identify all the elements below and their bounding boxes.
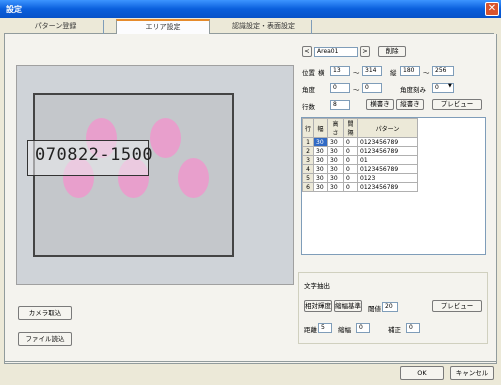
horizontal-writing-button[interactable]: 横書き xyxy=(366,99,394,110)
title-bar: 設定 ✕ xyxy=(0,0,501,18)
ocr-text: 070822-1500 xyxy=(35,145,154,165)
cancel-button[interactable]: キャンセル xyxy=(450,366,494,380)
cell-gap[interactable]: 0 xyxy=(343,164,359,174)
angle-label: 角度 xyxy=(302,86,315,94)
angle-step-label: 角度刻み xyxy=(400,86,426,94)
x-from-field[interactable]: 13 xyxy=(330,66,350,76)
footer-divider xyxy=(4,361,497,362)
table-row[interactable]: 3 30 30 0 01 xyxy=(301,155,419,165)
angle-from-field[interactable]: 0 xyxy=(330,83,350,93)
cell-gap[interactable]: 0 xyxy=(343,155,359,165)
cell-gap[interactable]: 0 xyxy=(343,173,359,183)
row-number: 1 xyxy=(301,137,315,147)
distance-label: 距離 xyxy=(304,326,317,334)
shrink-basis-button[interactable]: 縮幅基準 xyxy=(334,300,362,312)
cell-height[interactable]: 30 xyxy=(327,182,345,192)
table-row[interactable]: 6 30 30 0 0123456789 xyxy=(301,182,419,192)
table-row[interactable]: 5 30 30 0 0123 xyxy=(301,173,419,183)
cell-height[interactable]: 30 xyxy=(327,146,345,156)
cell-pattern[interactable]: 0123456789 xyxy=(357,164,419,174)
horizontal-label: 横 xyxy=(318,69,325,77)
angle-to-field[interactable]: 0 xyxy=(362,83,382,93)
cell-width[interactable]: 30 xyxy=(313,173,329,183)
table-header-row: 行 幅 高さ 間隔 パターン xyxy=(301,118,419,138)
extraction-title: 文字抽出 xyxy=(304,282,330,290)
cell-height[interactable]: 30 xyxy=(327,164,345,174)
cell-height[interactable]: 30 xyxy=(327,137,345,147)
cell-pattern[interactable]: 0123456789 xyxy=(357,137,419,147)
row-number: 3 xyxy=(301,155,315,165)
range-tilde: 〜 xyxy=(353,69,360,77)
preview-button[interactable]: プレビュー xyxy=(432,99,482,110)
col-header: パターン xyxy=(357,118,419,138)
x-to-field[interactable]: 314 xyxy=(362,66,382,76)
extraction-preview-button[interactable]: プレビュー xyxy=(432,300,482,312)
cell-pattern[interactable]: 0123456789 xyxy=(357,182,419,192)
shrink-label: 縮幅 xyxy=(338,326,351,334)
tab-recognition-settings[interactable]: 認識設定・表面設定 xyxy=(216,20,312,34)
col-header: 幅 xyxy=(313,118,329,138)
row-number: 4 xyxy=(301,164,315,174)
pattern-table[interactable]: 行 幅 高さ 間隔 パターン 1 30 30 0 0123456789 2 30… xyxy=(301,118,419,192)
cell-gap[interactable]: 0 xyxy=(343,137,359,147)
cell-height[interactable]: 30 xyxy=(327,173,345,183)
cell-width[interactable]: 30 xyxy=(313,137,329,147)
prev-area-button[interactable]: < xyxy=(302,46,312,57)
relative-brightness-button[interactable]: 相対輝度 xyxy=(304,300,332,312)
next-area-button[interactable]: > xyxy=(360,46,370,57)
cell-width[interactable]: 30 xyxy=(313,182,329,192)
table-row[interactable]: 2 30 30 0 0123456789 xyxy=(301,146,419,156)
col-header: 高さ xyxy=(327,118,345,138)
close-icon[interactable]: ✕ xyxy=(485,2,499,16)
cell-height[interactable]: 30 xyxy=(327,155,345,165)
ok-button[interactable]: OK xyxy=(400,366,444,380)
correct-field[interactable]: 0 xyxy=(406,323,420,333)
vertical-writing-button[interactable]: 縦書き xyxy=(396,99,424,110)
row-number: 2 xyxy=(301,146,315,156)
tab-strip: パターン登録 エリア設定 認識設定・表面設定 xyxy=(4,19,494,34)
distance-field[interactable]: 5 xyxy=(318,323,332,333)
table-row[interactable]: 4 30 30 0 0123456789 xyxy=(301,164,419,174)
count-field[interactable]: 8 xyxy=(330,100,350,110)
col-header: 間隔 xyxy=(343,118,359,138)
camera-capture-button[interactable]: カメラ取込 xyxy=(18,306,72,320)
correct-label: 補正 xyxy=(388,326,401,334)
range-tilde: 〜 xyxy=(353,86,360,94)
tab-pattern-register[interactable]: パターン登録 xyxy=(8,20,104,34)
window-title: 設定 xyxy=(6,5,22,14)
marker-circle xyxy=(150,118,181,158)
row-number: 6 xyxy=(301,182,315,192)
cell-width[interactable]: 30 xyxy=(313,146,329,156)
shrink-field[interactable]: 0 xyxy=(356,323,370,333)
area-name-field[interactable]: Area01 xyxy=(314,47,358,57)
threshold-label: 閾値 xyxy=(368,305,381,313)
cell-pattern[interactable]: 01 xyxy=(357,155,419,165)
threshold-field[interactable]: 20 xyxy=(382,302,398,312)
cell-gap[interactable]: 0 xyxy=(343,146,359,156)
row-number: 5 xyxy=(301,173,315,183)
marker-circle xyxy=(178,158,209,198)
delete-area-button[interactable]: 削除 xyxy=(378,46,406,57)
y-from-field[interactable]: 180 xyxy=(400,66,420,76)
cell-width[interactable]: 30 xyxy=(313,164,329,174)
col-header: 行 xyxy=(301,118,315,138)
tab-area-settings[interactable]: エリア設定 xyxy=(116,19,210,34)
cell-gap[interactable]: 0 xyxy=(343,182,359,192)
cell-pattern[interactable]: 0123456789 xyxy=(357,146,419,156)
table-row[interactable]: 1 30 30 0 0123456789 xyxy=(301,137,419,147)
file-load-button[interactable]: ファイル読込 xyxy=(18,332,72,346)
count-label: 行数 xyxy=(302,103,315,111)
y-to-field[interactable]: 256 xyxy=(432,66,454,76)
chevron-down-icon[interactable]: ▼ xyxy=(448,83,452,89)
position-label: 位置 xyxy=(302,69,315,77)
range-tilde: 〜 xyxy=(423,69,430,77)
vertical-label: 縦 xyxy=(390,69,397,77)
cell-pattern[interactable]: 0123 xyxy=(357,173,419,183)
cell-width[interactable]: 30 xyxy=(313,155,329,165)
